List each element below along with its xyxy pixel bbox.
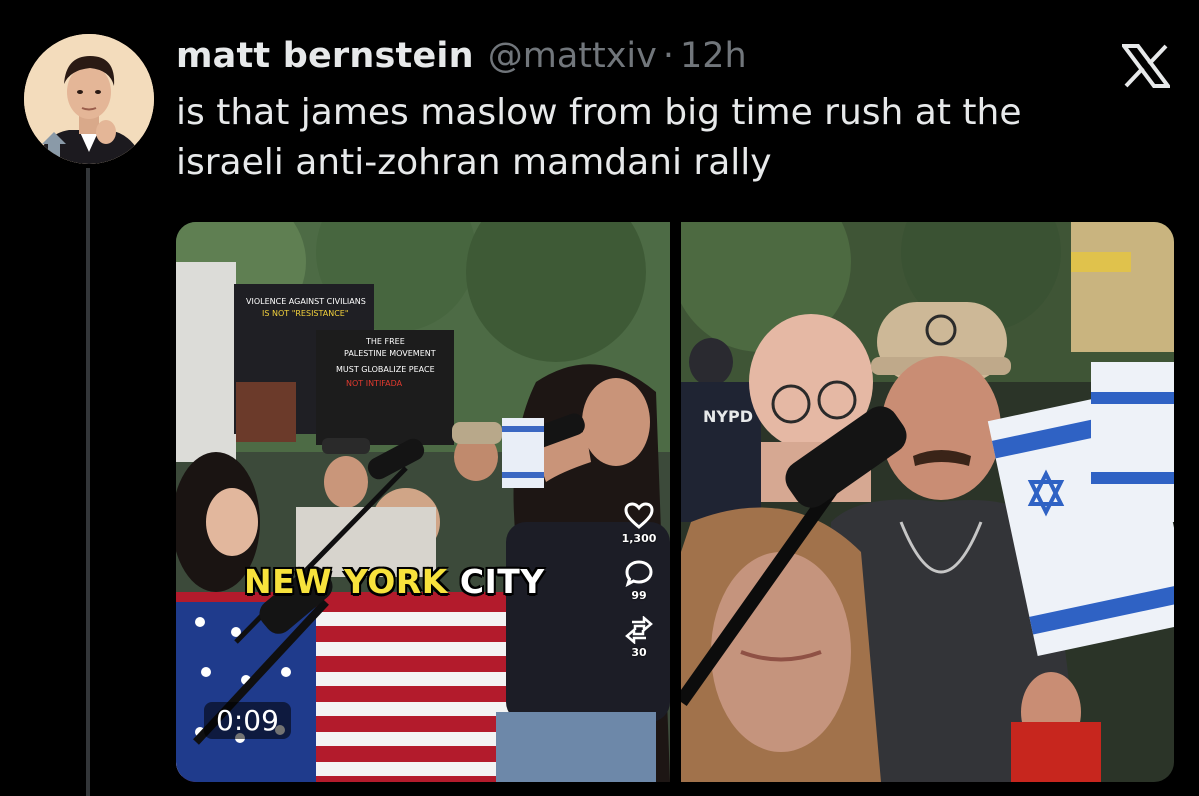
video-action-column: 1,300 99 30 xyxy=(616,502,662,673)
sign-text-1: VIOLENCE AGAINST CIVILIANS xyxy=(246,297,366,306)
thread-line xyxy=(86,168,90,796)
display-name[interactable]: matt bernstein xyxy=(176,36,474,76)
sign-text-4: PALESTINE MOVEMENT xyxy=(344,349,436,358)
tweet-card: matt bernstein @mattxiv · 12h is that ja… xyxy=(0,0,1199,796)
avatar[interactable] xyxy=(24,34,154,164)
separator-dot: · xyxy=(662,36,675,76)
comment-count: 99 xyxy=(631,589,647,602)
video-duration-badge: 0:09 xyxy=(204,702,291,739)
rally-photo: NYPD xyxy=(681,222,1174,782)
sign-text-2: IS NOT "RESISTANCE" xyxy=(262,309,349,318)
video-thumbnail[interactable]: VIOLENCE AGAINST CIVILIANS IS NOT "RESIS… xyxy=(176,222,670,782)
like-count: 1,300 xyxy=(621,532,657,545)
photo-thumbnail[interactable]: NYPD xyxy=(681,222,1174,782)
timestamp[interactable]: 12h xyxy=(680,36,747,76)
rally-video-frame: VIOLENCE AGAINST CIVILIANS IS NOT "RESIS… xyxy=(176,222,670,782)
media-grid[interactable]: VIOLENCE AGAINST CIVILIANS IS NOT "RESIS… xyxy=(176,222,1174,782)
repost-count: 30 xyxy=(631,646,647,659)
sign-text-3: THE FREE xyxy=(365,337,405,346)
video-caption: NEW YORK CITY xyxy=(244,562,545,601)
repost-icon[interactable] xyxy=(624,616,654,644)
sign-text-5: MUST GLOBALIZE PEACE xyxy=(336,365,435,374)
heart-icon[interactable] xyxy=(624,502,654,530)
tweet-text: is that james maslow from big time rush … xyxy=(176,92,1022,183)
caption-city: CITY xyxy=(459,562,545,601)
x-logo-icon xyxy=(1120,44,1172,88)
avatar-photo xyxy=(24,34,154,164)
nypd-badge-text: NYPD xyxy=(703,407,753,426)
tweet-header: matt bernstein @mattxiv · 12h xyxy=(176,36,747,80)
caption-new-york: NEW YORK xyxy=(244,562,448,601)
comment-icon[interactable] xyxy=(624,559,654,587)
handle[interactable]: @mattxiv xyxy=(488,36,657,76)
media-divider xyxy=(670,222,681,782)
sign-text-6: NOT INTIFADA xyxy=(346,379,403,388)
